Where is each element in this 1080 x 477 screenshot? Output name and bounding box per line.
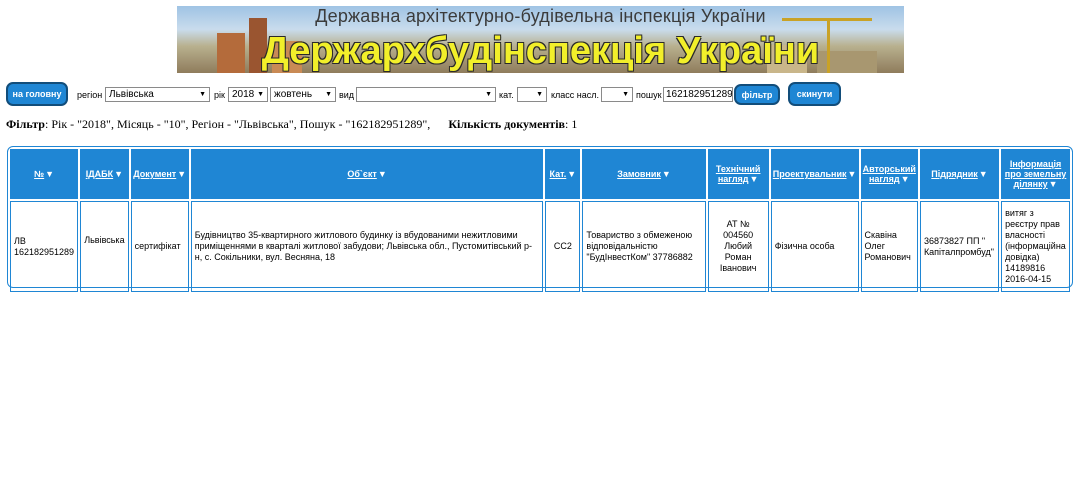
results-table-container: №▼ ІДАБК▼ Документ▼ Об`єкт▼ Кат.▼ Замовн…: [7, 146, 1073, 292]
column-header-label: Замовник: [617, 169, 661, 179]
column-header-object[interactable]: Об`єкт▼: [190, 149, 544, 199]
column-header-label: №: [34, 169, 45, 179]
class-select[interactable]: ▼: [601, 87, 633, 102]
cell-document: сертифікат: [130, 201, 189, 292]
filter-summary: Фільтр: Рік - "2018", Місяць - "10", Рег…: [6, 117, 577, 132]
sort-down-icon[interactable]: ▼: [1049, 179, 1058, 189]
document-count-value: : 1: [565, 117, 578, 131]
cell-number-prefix: ЛВ: [14, 235, 26, 246]
cell-idabk: Львівська: [80, 201, 129, 292]
column-header-customer[interactable]: Замовник▼: [582, 149, 706, 199]
cell-designer: Фізична особа: [770, 201, 859, 292]
cell-category: СС2: [545, 201, 581, 292]
cell-object: Будівництво 35-квартирного житлового буд…: [190, 201, 544, 292]
cell-contractor: 36873827 ПП " Капіталпромбуд": [919, 201, 1000, 292]
year-select-value: 2018: [232, 89, 255, 100]
column-header-number[interactable]: №▼: [10, 149, 79, 199]
sort-down-icon[interactable]: ▼: [567, 169, 576, 179]
sort-down-icon[interactable]: ▼: [901, 174, 910, 184]
column-header-label: Інформація: [1009, 159, 1062, 169]
cell-number-value: 162182951289: [14, 246, 75, 257]
filter-text: : Рік - "2018", Місяць - "10", Регіон - …: [44, 117, 431, 131]
column-header-designer[interactable]: Проектувальник▼: [770, 149, 859, 199]
cell-technical-supervision: АТ № 004560 Любий Роман Іванович: [707, 201, 769, 292]
column-header-category[interactable]: Кат.▼: [545, 149, 581, 199]
column-header-label: Об`єкт: [347, 169, 377, 179]
chevron-down-icon: ▼: [257, 91, 264, 98]
column-header-contractor[interactable]: Підрядник▼: [919, 149, 1000, 199]
sort-down-icon[interactable]: ▼: [378, 169, 387, 179]
column-header-label: Авторський: [862, 164, 916, 174]
column-header-label: ІДАБК: [85, 169, 114, 179]
class-label: класс насл.: [551, 90, 600, 100]
column-header-label: Технічний: [715, 164, 761, 174]
chevron-down-icon: ▼: [536, 91, 543, 98]
reset-button[interactable]: скинути: [788, 82, 841, 106]
search-label: пошук: [636, 90, 662, 100]
column-header-label: нагляд: [868, 174, 900, 184]
filter-label: Фільтр: [6, 117, 45, 131]
banner-subtitle: Державна архітектурно-будівельна інспекц…: [315, 6, 766, 26]
filter-button[interactable]: фільтр: [734, 84, 780, 105]
month-select[interactable]: жовтень ▼: [270, 87, 336, 102]
chevron-down-icon: ▼: [325, 91, 332, 98]
cell-number: ЛВ 162182951289: [10, 201, 79, 292]
column-header-label: про земельну: [1004, 169, 1067, 179]
chevron-down-icon: ▼: [485, 91, 492, 98]
sort-down-icon[interactable]: ▼: [662, 169, 671, 179]
column-header-label: нагляд: [717, 174, 749, 184]
type-select[interactable]: ▼: [356, 87, 496, 102]
sort-down-icon[interactable]: ▼: [177, 169, 186, 179]
banner-title: Держархбудінспекція України: [261, 30, 820, 72]
sort-down-icon[interactable]: ▼: [45, 169, 54, 179]
year-label: рік: [214, 90, 225, 100]
cell-customer: Товариство з обмеженою відповідальністю …: [582, 201, 706, 292]
column-header-label: Документ: [133, 169, 177, 179]
cell-land-info: витяг з реєстру прав власності (інформац…: [1001, 201, 1070, 292]
search-input[interactable]: 162182951289: [663, 87, 733, 102]
column-header-author-supervision[interactable]: Авторський нагляд▼: [860, 149, 918, 199]
results-table: №▼ ІДАБК▼ Документ▼ Об`єкт▼ Кат.▼ Замовн…: [8, 147, 1072, 294]
region-label: регіон: [77, 90, 103, 100]
chevron-down-icon: ▼: [622, 91, 629, 98]
region-select[interactable]: Львівська ▼: [105, 87, 210, 102]
column-header-label: Проектувальник: [772, 169, 847, 179]
region-select-value: Львівська: [109, 89, 154, 100]
sort-down-icon[interactable]: ▼: [750, 174, 759, 184]
column-header-idabk[interactable]: ІДАБК▼: [80, 149, 129, 199]
cell-author-supervision: Скавіна Олег Романович: [860, 201, 918, 292]
sort-down-icon[interactable]: ▼: [848, 169, 857, 179]
column-header-document[interactable]: Документ▼: [130, 149, 189, 199]
column-header-label: Кат.: [549, 169, 567, 179]
column-header-technical-supervision[interactable]: Технічний нагляд▼: [707, 149, 769, 199]
month-select-value: жовтень: [274, 89, 313, 100]
home-button[interactable]: на головну: [6, 82, 68, 106]
table-header-row: №▼ ІДАБК▼ Документ▼ Об`єкт▼ Кат.▼ Замовн…: [10, 149, 1070, 199]
year-select[interactable]: 2018 ▼: [228, 87, 268, 102]
table-row: ЛВ 162182951289 Львівська сертифікат Буді…: [10, 201, 1070, 292]
sort-down-icon[interactable]: ▼: [114, 169, 123, 179]
header-banner: Державна архітектурно-будівельна інспекц…: [177, 6, 904, 73]
category-select[interactable]: ▼: [517, 87, 547, 102]
document-count-label: Кількість документів: [448, 117, 566, 131]
sort-down-icon[interactable]: ▼: [979, 169, 988, 179]
type-label: вид: [339, 90, 355, 100]
chevron-down-icon: ▼: [199, 91, 206, 98]
category-label: кат.: [499, 90, 514, 100]
column-header-label: Підрядник: [931, 169, 978, 179]
column-header-label: ділянку: [1013, 179, 1048, 189]
column-header-land-info[interactable]: Інформація про земельну ділянку▼: [1001, 149, 1070, 199]
